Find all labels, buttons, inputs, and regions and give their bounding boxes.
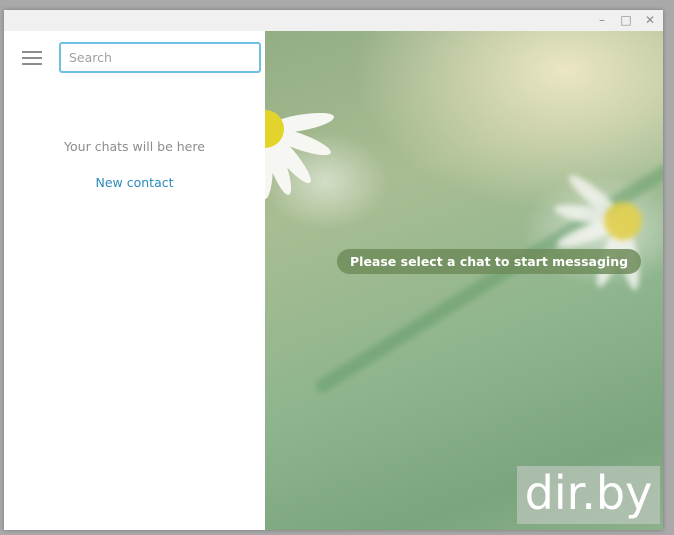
new-contact-link[interactable]: New contact — [4, 175, 265, 190]
maximize-button[interactable]: □ — [617, 12, 635, 29]
empty-chats-text: Your chats will be here — [64, 139, 205, 154]
watermark: dir.by — [517, 466, 660, 524]
title-bar[interactable]: – □ ✕ — [4, 10, 663, 31]
chat-area-background: Please select a chat to start messaging — [265, 31, 663, 530]
close-button[interactable]: ✕ — [641, 12, 659, 29]
select-chat-notice: Please select a chat to start messaging — [337, 249, 642, 274]
app-window: – □ ✕ Your chats will be here New contac… — [4, 10, 663, 530]
flower-stem-decoration — [313, 160, 663, 396]
search-input[interactable] — [59, 42, 261, 73]
minimize-button[interactable]: – — [593, 12, 611, 29]
sidebar: Your chats will be here New contact — [4, 31, 265, 530]
hamburger-menu-icon[interactable] — [22, 51, 42, 65]
